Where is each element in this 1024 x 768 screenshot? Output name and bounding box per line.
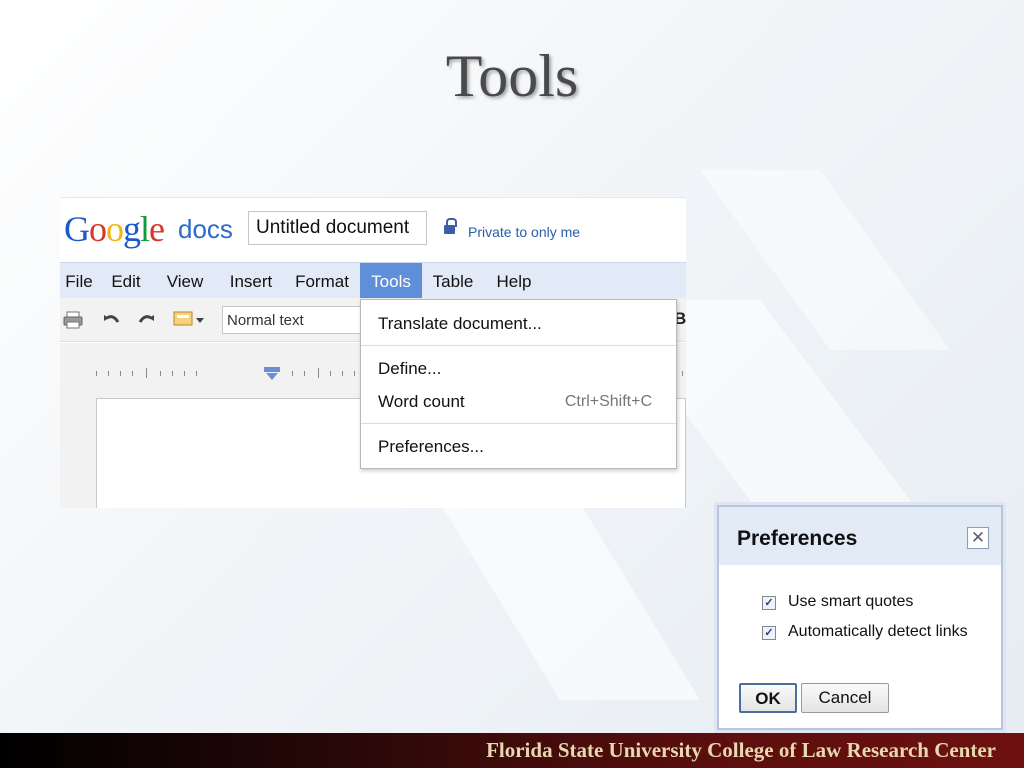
menu-insert[interactable]: Insert (223, 263, 279, 299)
preferences-dialog: Preferences ✕ ✓ Use smart quotes ✓ Autom… (717, 505, 1003, 730)
slide-title: Tools (445, 43, 579, 109)
menu-item-word-count[interactable]: Word count Ctrl+Shift+C (378, 392, 661, 412)
menu-format[interactable]: Format (290, 263, 354, 299)
footer-text: Florida State University College of Law … (486, 738, 996, 762)
redo-icon[interactable] (136, 310, 158, 330)
menu-file[interactable]: File (60, 263, 98, 299)
indent-marker[interactable] (264, 367, 280, 380)
paragraph-style-select[interactable]: Normal text (222, 306, 372, 334)
paint-format-icon[interactable] (172, 310, 206, 330)
menu-item-label: Word count (378, 392, 465, 411)
docs-product-label: docs (178, 214, 233, 244)
menu-item-translate-document[interactable]: Translate document... (378, 314, 542, 334)
dialog-header: Preferences ✕ (719, 507, 1001, 565)
menu-item-preferences[interactable]: Preferences... (378, 437, 484, 457)
menu-help[interactable]: Help (490, 263, 538, 299)
close-icon[interactable]: ✕ (967, 527, 989, 549)
footer-bar: Florida State University College of Law … (0, 733, 1024, 768)
smart-quotes-label: Use smart quotes (788, 593, 914, 610)
undo-icon[interactable] (100, 310, 122, 330)
menu-bar: File Edit View Insert Format Tools Table… (60, 262, 686, 299)
menu-item-define[interactable]: Define... (378, 359, 441, 379)
detect-links-label: Automatically detect links (788, 623, 968, 640)
cancel-button[interactable]: Cancel (801, 683, 889, 713)
google-logo: Google (64, 209, 165, 249)
print-icon[interactable] (62, 310, 84, 330)
menu-item-shortcut: Ctrl+Shift+C (564, 393, 652, 410)
smart-quotes-checkbox[interactable]: ✓ (762, 596, 776, 610)
menu-edit[interactable]: Edit (106, 263, 146, 299)
privacy-link[interactable]: Private to only me (468, 224, 580, 240)
dialog-title: Preferences (737, 527, 858, 550)
menu-tools[interactable]: Tools (360, 263, 422, 299)
document-title-field[interactable]: Untitled document (248, 211, 427, 245)
menu-table[interactable]: Table (426, 263, 480, 299)
menu-view[interactable]: View (160, 263, 210, 299)
lock-icon (444, 218, 457, 235)
detect-links-checkbox[interactable]: ✓ (762, 626, 776, 640)
docs-header: Google docs Untitled document Private to… (60, 198, 686, 262)
ok-button[interactable]: OK (739, 683, 797, 713)
tools-dropdown-menu: Translate document... Define... Word cou… (360, 299, 677, 469)
